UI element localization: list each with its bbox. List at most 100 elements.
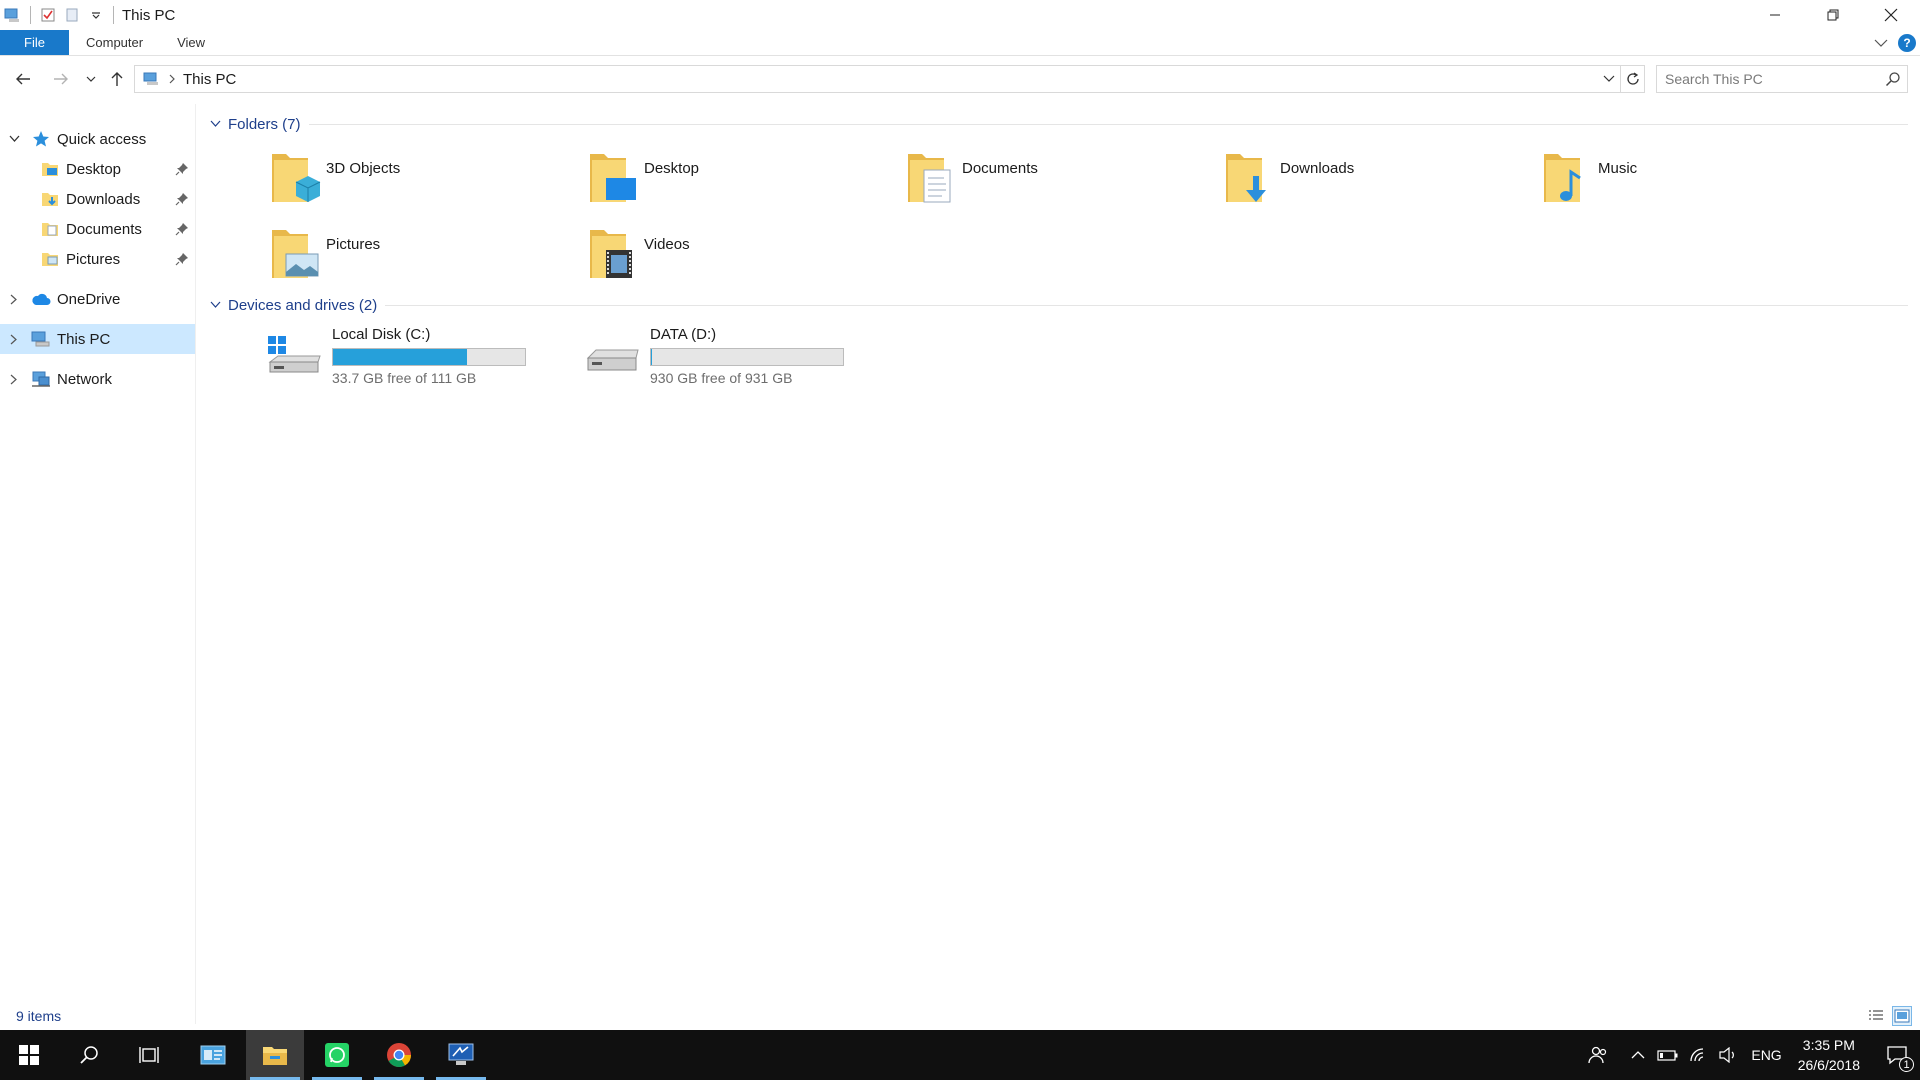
sidebar-item-network[interactable]: Network — [0, 364, 195, 394]
tab-file[interactable]: File — [0, 30, 69, 55]
sidebar-item-desktop[interactable]: Desktop — [0, 154, 195, 184]
battery-icon[interactable] — [1653, 1030, 1683, 1080]
search-button[interactable] — [60, 1030, 118, 1080]
tab-computer[interactable]: Computer — [69, 30, 160, 55]
close-button[interactable] — [1862, 0, 1920, 30]
input-language[interactable]: ENG — [1751, 1047, 1781, 1063]
collapse-chevron-icon[interactable] — [208, 117, 222, 131]
title-bar: This PC — [0, 0, 1920, 30]
this-pc-window-icon[interactable] — [4, 6, 22, 24]
pin-icon[interactable] — [175, 162, 189, 176]
sidebar-item-label: Pictures — [66, 250, 121, 268]
address-history-chevron-icon[interactable] — [1598, 66, 1620, 92]
pin-icon[interactable] — [175, 222, 189, 236]
control-panel-taskbar-icon[interactable] — [184, 1030, 242, 1080]
restore-button[interactable] — [1804, 0, 1862, 30]
pictures-folder-icon — [40, 249, 60, 269]
sidebar-item-label: OneDrive — [57, 290, 121, 308]
quick-access-toolbar — [0, 0, 116, 30]
expand-chevron-icon[interactable] — [7, 372, 21, 386]
expand-ribbon-chevron-icon[interactable] — [1874, 35, 1888, 52]
breadcrumb[interactable]: This PC — [183, 71, 236, 88]
sidebar-item-quick-access[interactable]: Quick access — [0, 124, 195, 154]
task-view-button[interactable] — [120, 1030, 178, 1080]
up-button[interactable] — [104, 66, 130, 92]
help-button[interactable]: ? — [1898, 34, 1916, 52]
documents-folder-icon — [40, 219, 60, 239]
drive-c[interactable]: Local Disk (C:) 33.7 GB free of 111 GB — [198, 326, 526, 390]
sidebar-item-label: Downloads — [66, 190, 141, 208]
computer-icon — [31, 329, 51, 349]
toolbar-divider — [30, 6, 31, 24]
refresh-button[interactable] — [1620, 66, 1644, 92]
task-view-icon — [139, 1047, 159, 1063]
address-row: This PC — [0, 62, 1920, 96]
folder-downloads[interactable]: Downloads — [1152, 148, 1452, 210]
sidebar-item-pictures[interactable]: Pictures — [0, 244, 195, 274]
downloads-folder-icon — [40, 189, 60, 209]
customize-toolbar-chevron-icon[interactable] — [87, 6, 105, 24]
large-icons-view-icon[interactable] — [1892, 1006, 1912, 1026]
wifi-icon[interactable] — [1683, 1030, 1713, 1080]
expand-chevron-icon[interactable] — [7, 332, 21, 346]
drive-name: DATA (D:) — [650, 326, 717, 343]
sidebar-item-this-pc[interactable]: This PC — [0, 324, 195, 354]
people-icon[interactable] — [1583, 1030, 1613, 1080]
folder-pictures[interactable]: Pictures — [198, 224, 498, 286]
expand-chevron-icon[interactable] — [7, 292, 21, 306]
collapse-chevron-icon[interactable] — [208, 298, 222, 312]
windows-drive-icon — [266, 332, 322, 382]
clock-time: 3:35 PM — [1802, 1037, 1855, 1053]
breadcrumb-chevron-icon[interactable] — [169, 74, 175, 84]
recent-locations-chevron-icon[interactable] — [80, 66, 102, 92]
start-button[interactable] — [0, 1030, 58, 1080]
action-center-button[interactable]: 1 — [1874, 1030, 1920, 1080]
address-bar[interactable]: This PC — [134, 65, 1645, 93]
notification-count-badge: 1 — [1899, 1057, 1914, 1072]
drive-usage-bar — [650, 348, 844, 366]
pin-icon[interactable] — [175, 252, 189, 266]
tab-view[interactable]: View — [160, 30, 222, 55]
chrome-taskbar-icon[interactable] — [370, 1030, 428, 1080]
drive-d[interactable]: DATA (D:) 930 GB free of 931 GB — [516, 326, 844, 390]
downloads-folder-icon — [1222, 148, 1278, 208]
sidebar-item-documents[interactable]: Documents — [0, 214, 195, 244]
file-explorer-taskbar-icon[interactable] — [246, 1030, 304, 1080]
clock[interactable]: 3:35 PM 26/6/2018 — [1798, 1035, 1860, 1075]
remote-desktop-taskbar-icon[interactable] — [432, 1030, 490, 1080]
folder-label: 3D Objects — [326, 160, 401, 177]
properties-icon[interactable] — [39, 6, 57, 24]
music-folder-icon — [1540, 148, 1596, 208]
details-view-icon[interactable] — [1866, 1006, 1886, 1026]
whatsapp-taskbar-icon[interactable] — [308, 1030, 366, 1080]
expand-chevron-icon[interactable] — [7, 132, 21, 146]
minimize-button[interactable] — [1746, 0, 1804, 30]
folder-desktop[interactable]: Desktop — [516, 148, 816, 210]
folder-3d-objects[interactable]: 3D Objects — [198, 148, 498, 210]
sidebar-item-downloads[interactable]: Downloads — [0, 184, 195, 214]
back-button[interactable] — [10, 66, 36, 92]
search-icon — [80, 1046, 98, 1064]
search-icon[interactable] — [1885, 71, 1901, 87]
folder-videos[interactable]: Videos — [516, 224, 816, 286]
show-hidden-icons-chevron-icon[interactable] — [1623, 1030, 1653, 1080]
volume-icon[interactable] — [1713, 1030, 1743, 1080]
sidebar-item-onedrive[interactable]: OneDrive — [0, 284, 195, 314]
search-input[interactable] — [1657, 71, 1877, 87]
folder-documents[interactable]: Documents — [834, 148, 1134, 210]
window-controls — [1746, 0, 1920, 30]
folders-group-header[interactable]: Folders (7) — [208, 112, 1908, 136]
pictures-folder-icon — [268, 224, 324, 284]
sidebar-item-label: Network — [57, 370, 113, 388]
desktop-folder-icon — [586, 148, 642, 208]
documents-folder-icon — [904, 148, 960, 208]
drives-group-header[interactable]: Devices and drives (2) — [208, 293, 1908, 317]
content-area: Folders (7) 3D Objects Desktop Documents… — [198, 104, 1920, 1024]
item-count: 9 items — [16, 1008, 62, 1024]
folder-music[interactable]: Music — [1470, 148, 1770, 210]
forward-button[interactable] — [48, 66, 74, 92]
search-box — [1656, 65, 1908, 93]
network-icon — [31, 369, 51, 389]
pin-icon[interactable] — [175, 192, 189, 206]
new-folder-icon[interactable] — [63, 6, 81, 24]
